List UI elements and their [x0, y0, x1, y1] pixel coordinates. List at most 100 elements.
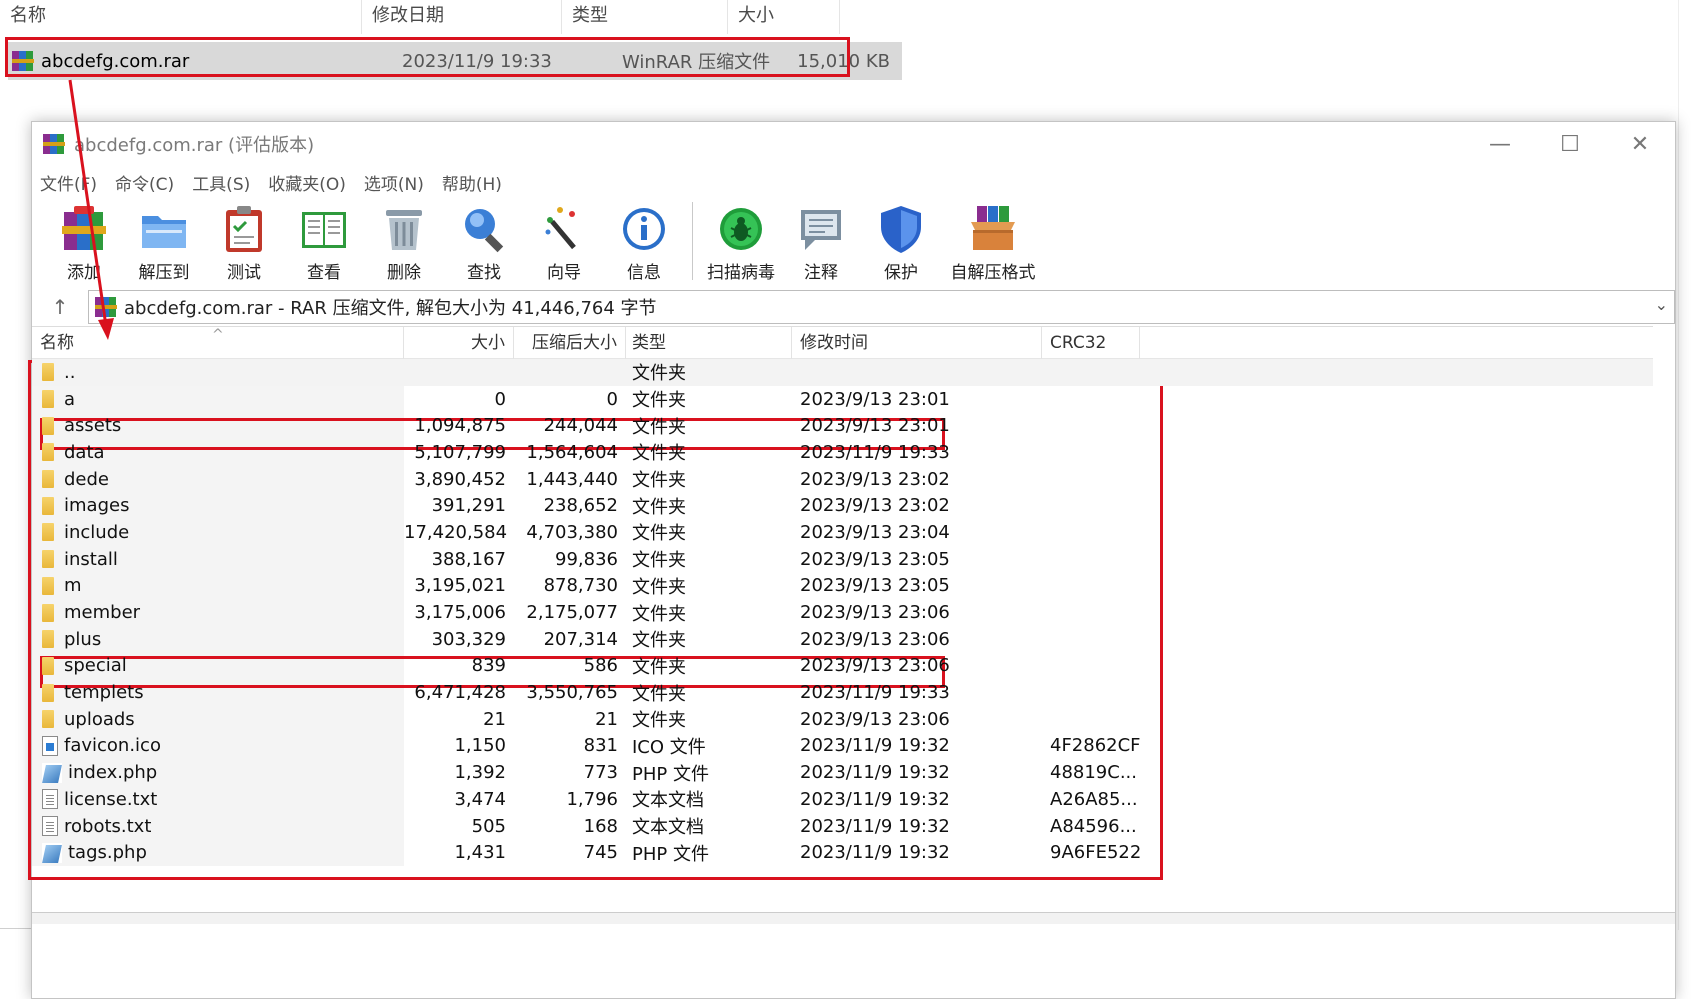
file-size: 1,150 — [454, 735, 506, 757]
table-row[interactable]: assets 1,094,875 244,044 文件夹 2023/9/13 23:01 — [32, 412, 1653, 439]
folder-icon — [42, 363, 54, 382]
table-row[interactable]: data 5,107,799 1,564,604 文件夹 2023/11/9 19:33 — [32, 439, 1653, 466]
file-size: 3,175,006 — [414, 602, 506, 624]
file-type: 文件夹 — [632, 630, 686, 652]
table-row[interactable]: dede 3,890,452 1,443,440 文件夹 2023/9/13 23:02 — [32, 466, 1653, 493]
table-row[interactable]: templets 6,471,428 3,550,765 文件夹 2023/11/9 1… — [32, 679, 1653, 706]
file-packed-size: 2,175,077 — [526, 602, 618, 624]
file-crc32: 9A6FE522 — [1050, 842, 1142, 864]
table-row[interactable]: plus 303,329 207,314 文件夹 2023/9/13 23:06 — [32, 626, 1653, 653]
table-row[interactable]: tags.php 1,431 745 PHP 文件 2023/11/9 19:32 9A6… — [32, 839, 1653, 866]
file-size: 505 — [471, 815, 506, 837]
file-name: images — [64, 495, 130, 517]
file-type: 文件夹 — [632, 390, 686, 412]
file-packed-size: 773 — [583, 762, 618, 784]
file-name: index.php — [68, 762, 158, 784]
file-size: 3,474 — [454, 788, 506, 810]
file-name: member — [64, 602, 141, 624]
text-file-icon — [42, 816, 58, 837]
table-row[interactable]: member 3,175,006 2,175,077 文件夹 2023/9/13 23:… — [32, 599, 1653, 626]
folder-icon — [42, 390, 54, 409]
file-type: 文件夹 — [632, 710, 686, 732]
table-row[interactable]: install 388,167 99,836 文件夹 2023/9/13 23:05 — [32, 546, 1653, 573]
table-row[interactable]: a 0 0 文件夹 2023/9/13 23:01 — [32, 386, 1653, 413]
file-modified: 2023/9/13 23:02 — [800, 495, 950, 517]
file-type: 文件夹 — [632, 683, 686, 705]
file-packed-size: 238,652 — [543, 495, 618, 517]
file-size: 5,107,799 — [414, 441, 506, 463]
file-modified: 2023/11/9 19:33 — [800, 682, 950, 704]
table-row[interactable]: include 17,420,584 4,703,380 文件夹 2023/9/13 2… — [32, 519, 1653, 546]
file-size: 3,195,021 — [414, 575, 506, 597]
file-name: plus — [64, 628, 102, 650]
file-type: 文件夹 — [632, 656, 686, 678]
folder-icon — [42, 470, 54, 489]
file-size: 388,167 — [431, 548, 506, 570]
file-packed-size: 831 — [583, 735, 618, 757]
file-type: 文件夹 — [632, 603, 686, 625]
folder-icon — [42, 656, 54, 675]
folder-icon — [42, 683, 54, 702]
file-name: a — [64, 388, 76, 410]
file-size: 0 — [494, 388, 506, 410]
file-type: 文本文档 — [632, 790, 704, 812]
file-name: m — [64, 575, 82, 597]
image-file-icon — [42, 735, 58, 756]
file-modified: 2023/11/9 19:32 — [800, 788, 950, 810]
file-name: dede — [64, 468, 109, 490]
file-packed-size: 0 — [606, 388, 618, 410]
file-modified: 2023/9/13 23:06 — [800, 708, 950, 730]
table-row[interactable]: m 3,195,021 878,730 文件夹 2023/9/13 23:05 — [32, 573, 1653, 600]
table-row[interactable]: .. 文件夹 — [32, 359, 1653, 386]
file-type: PHP 文件 — [632, 843, 709, 865]
file-name: include — [64, 521, 130, 543]
file-crc32: 48819C... — [1050, 762, 1137, 784]
table-row[interactable]: robots.txt 505 168 文本文档 2023/11/9 19:32 A8459… — [32, 813, 1653, 840]
file-type: 文本文档 — [632, 817, 704, 839]
file-modified: 2023/9/13 23:01 — [800, 415, 950, 437]
file-packed-size: 99,836 — [555, 548, 618, 570]
file-modified: 2023/9/13 23:06 — [800, 655, 950, 677]
file-packed-size: 244,044 — [543, 415, 618, 437]
file-packed-size: 586 — [583, 655, 618, 677]
file-type: 文件夹 — [632, 363, 686, 385]
table-row[interactable]: license.txt 3,474 1,796 文本文档 2023/11/9 19:32… — [32, 786, 1653, 813]
file-packed-size: 21 — [595, 708, 618, 730]
file-modified: 2023/11/9 19:32 — [800, 735, 950, 757]
file-type: 文件夹 — [632, 416, 686, 438]
folder-icon — [42, 443, 54, 462]
file-packed-size: 3,550,765 — [526, 682, 618, 704]
file-crc32: A26A85... — [1050, 788, 1138, 810]
file-modified: 2023/11/9 19:33 — [800, 441, 950, 463]
table-row[interactable]: special 839 586 文件夹 2023/9/13 23:06 — [32, 653, 1653, 680]
folder-icon — [42, 416, 54, 435]
file-name: uploads — [64, 708, 135, 730]
table-row[interactable]: index.php 1,392 773 PHP 文件 2023/11/9 19:32 48… — [32, 759, 1653, 786]
file-name: license.txt — [64, 788, 158, 810]
file-packed-size: 878,730 — [543, 575, 618, 597]
file-packed-size: 168 — [583, 815, 618, 837]
folder-icon — [42, 523, 54, 542]
file-size: 1,431 — [454, 842, 506, 864]
file-name: templets — [64, 682, 144, 704]
folder-icon — [42, 496, 54, 515]
file-modified: 2023/9/13 23:05 — [800, 548, 950, 570]
table-row[interactable]: favicon.ico 1,150 831 ICO 文件 2023/11/9 19:32… — [32, 733, 1653, 760]
file-name: data — [64, 441, 105, 463]
file-packed-size: 207,314 — [543, 628, 618, 650]
file-name: assets — [64, 415, 122, 437]
table-row[interactable]: uploads 21 21 文件夹 2023/9/13 23:06 — [32, 706, 1653, 733]
file-size: 21 — [483, 708, 506, 730]
file-packed-size: 1,564,604 — [526, 441, 618, 463]
folder-icon — [42, 550, 54, 569]
file-type: ICO 文件 — [632, 736, 706, 758]
table-row[interactable]: images 391,291 238,652 文件夹 2023/9/13 23:02 — [32, 492, 1653, 519]
file-modified: 2023/11/9 19:32 — [800, 842, 950, 864]
file-size: 3,890,452 — [414, 468, 506, 490]
file-type: 文件夹 — [632, 470, 686, 492]
file-modified: 2023/9/13 23:06 — [800, 602, 950, 624]
file-crc32: 4F2862CF — [1050, 735, 1141, 757]
file-modified: 2023/9/13 23:04 — [800, 521, 950, 543]
text-file-icon — [42, 789, 58, 810]
file-size: 1,094,875 — [414, 415, 506, 437]
